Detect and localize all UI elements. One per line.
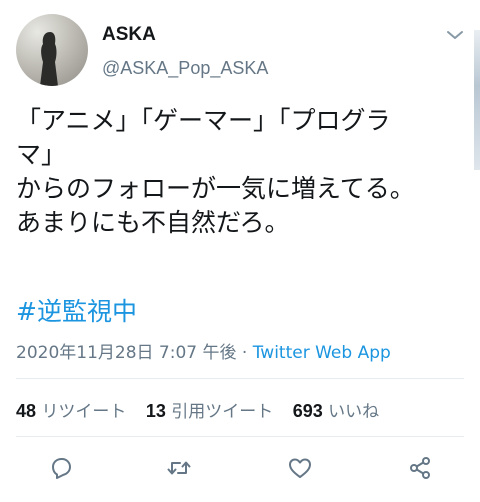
retweets-stat[interactable]: 48 リツイート <box>16 401 127 422</box>
tweet-text-line: マ」 <box>16 140 67 169</box>
retweets-count: 48 <box>16 401 37 421</box>
tweet-actions <box>0 448 480 488</box>
user-handle[interactable]: @ASKA_Pop_ASKA <box>102 58 268 79</box>
tweet-meta: 2020年11月28日 7:07 午後 · Twitter Web App <box>16 338 391 363</box>
tweet-timestamp[interactable]: 2020年11月28日 7:07 午後 <box>16 343 237 363</box>
avatar[interactable] <box>16 14 88 86</box>
meta-separator: · <box>236 343 253 363</box>
tweet-header: ASKA @ASKA_Pop_ASKA <box>0 0 480 100</box>
reply-button[interactable] <box>47 454 75 482</box>
display-name[interactable]: ASKA <box>102 24 156 46</box>
tweet-text-line: あまりにも不自然だろ。 <box>16 208 290 237</box>
quotes-count: 13 <box>145 401 166 421</box>
likes-stat[interactable]: 693 いいね <box>292 401 380 422</box>
share-icon <box>410 457 430 479</box>
tweet-text: 「アニメ」「ゲーマー」「プログラ マ」 からのフォローが一気に増えてる。 あまり… <box>16 104 472 240</box>
tweet-text-line: 「アニメ」「ゲーマー」「プログラ <box>16 106 391 135</box>
like-button[interactable] <box>286 454 314 482</box>
chevron-down-icon <box>447 31 463 39</box>
retweets-label: リツイート <box>41 402 127 422</box>
share-button[interactable] <box>406 454 434 482</box>
heart-icon <box>289 458 311 478</box>
tweet-source-link[interactable]: Twitter Web App <box>253 343 391 363</box>
quotes-stat[interactable]: 13 引用ツイート <box>145 401 274 422</box>
retweet-icon <box>167 461 191 475</box>
silhouette-avatar-icon <box>40 32 58 86</box>
retweet-button[interactable] <box>165 454 193 482</box>
tweet-stats: 48 リツイート 13 引用ツイート 693 いいね <box>16 397 393 422</box>
hashtag-link[interactable]: #逆監視中 <box>16 292 137 328</box>
divider <box>16 436 464 437</box>
tweet-text-line: からのフォローが一気に増えてる。 <box>16 174 415 203</box>
more-options-button[interactable] <box>444 26 466 44</box>
quotes-label: 引用ツイート <box>171 402 274 422</box>
likes-label: いいね <box>328 402 380 422</box>
divider <box>16 378 464 379</box>
likes-count: 693 <box>292 401 323 421</box>
reply-icon <box>52 458 71 479</box>
